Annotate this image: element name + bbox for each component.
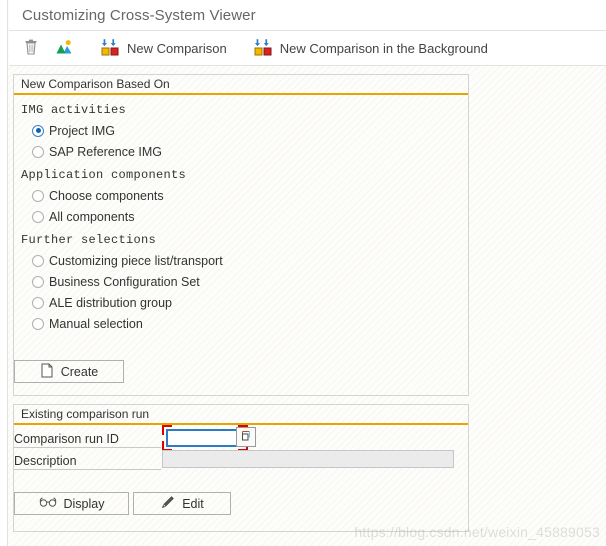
toolbar: New Comparison New Comparison in the Bac… [9,31,606,66]
app-window: Customizing Cross-System Viewer New Comp… [0,0,606,546]
edit-button-label: Edit [182,496,204,511]
create-button[interactable]: Create [14,360,124,383]
description-input[interactable] [162,450,454,468]
description-label: Description [14,453,77,468]
radio-business-configuration-set[interactable]: Business Configuration Set [32,271,468,292]
existing-comparison-run-header: Existing comparison run [14,405,468,425]
document-icon [40,363,54,381]
radio-label-manual-selection: Manual selection [49,316,143,331]
radio-customizing-piece-list-transport[interactable]: Customizing piece list/transport [32,250,468,271]
radio-label-all-components: All components [49,209,135,224]
radio-sap-reference-img[interactable]: SAP Reference IMG [32,141,468,162]
comparison-run-id-underline [14,447,161,448]
radio-mark-icon [32,145,44,158]
radio-choose-components[interactable]: Choose components [32,185,468,206]
picture-icon [54,37,74,60]
trash-icon [21,37,41,60]
radio-project-img[interactable]: Project IMG [32,120,468,141]
page-title: Customizing Cross-System Viewer [22,6,256,24]
comparison-run-id-value-help-button[interactable] [236,427,256,447]
compare-icon [101,37,121,60]
new-comparison-panel-body: IMG activities Project IMG SAP Reference… [14,95,468,334]
pencil-icon [160,495,175,513]
group-title-img-activities: IMG activities [21,103,127,117]
title-bar: Customizing Cross-System Viewer [9,0,606,31]
display-button[interactable]: Display [14,492,129,515]
radio-mark-icon [32,124,44,137]
group-title-further-selections: Further selections [21,233,157,247]
radio-label-sap-reference-img: SAP Reference IMG [49,144,163,159]
create-button-label: Create [60,364,99,379]
edit-button[interactable]: Edit [133,492,231,515]
picture-button[interactable] [49,34,79,62]
radio-label-customizing-piece-list-transport: Customizing piece list/transport [49,253,223,268]
new-comparison-background-label: New Comparison in the Background [279,40,488,56]
radio-label-choose-components: Choose components [49,188,164,203]
compare-icon [254,37,274,60]
radio-label-project-img: Project IMG [49,123,115,138]
radio-ale-distribution-group[interactable]: ALE distribution group [32,292,468,313]
new-comparison-label: New Comparison [127,40,227,56]
radio-manual-selection[interactable]: Manual selection [32,313,468,334]
radio-label-ale-distribution-group: ALE distribution group [49,295,172,310]
radio-label-business-configuration-set: Business Configuration Set [49,274,200,289]
new-comparison-panel-header: New Comparison Based On [14,75,468,95]
description-underline [14,469,161,470]
group-title-application-components: Application components [21,168,187,182]
value-help-icon [239,429,253,446]
new-comparison-button[interactable]: New Comparison [96,34,232,62]
radio-all-components[interactable]: All components [32,206,468,227]
new-comparison-panel: New Comparison Based On IMG activities P… [13,74,469,396]
glasses-icon [39,496,57,511]
comparison-run-id-label: Comparison run ID [14,431,119,446]
radio-mark-icon [32,210,44,223]
radio-mark-icon [32,254,44,267]
left-gutter [0,0,8,546]
radio-mark-icon [32,189,44,202]
radio-mark-icon [32,275,44,288]
display-button-label: Display [63,496,105,511]
comparison-run-id-input[interactable] [166,429,244,447]
new-comparison-background-button[interactable]: New Comparison in the Background [249,34,493,62]
delete-button[interactable] [16,34,46,62]
radio-mark-icon [32,296,44,309]
radio-mark-icon [32,317,44,330]
